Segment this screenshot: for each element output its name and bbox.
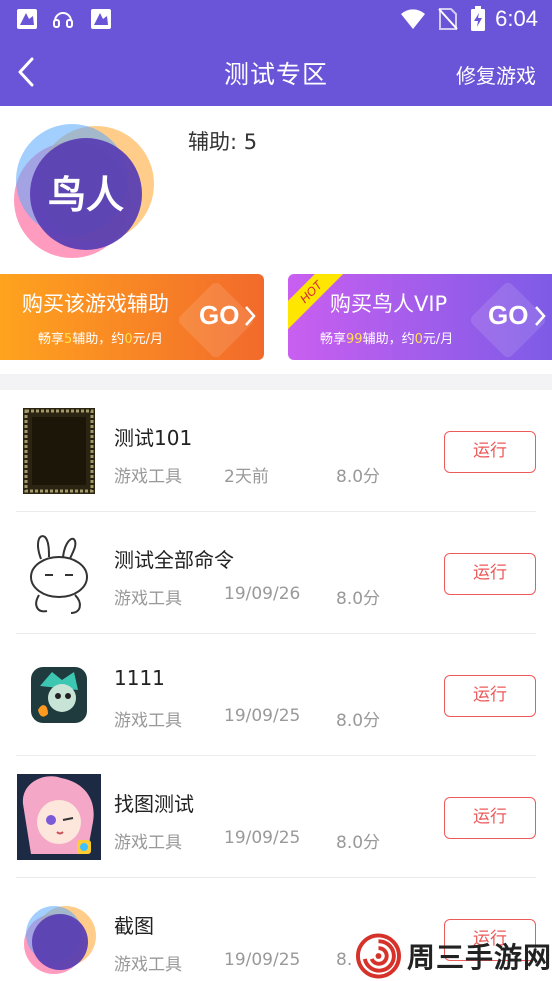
game-category: 游戏工具 <box>114 711 182 731</box>
game-thumbnail <box>16 894 102 981</box>
logo-text: 鸟人 <box>48 173 124 217</box>
game-name: 截图 <box>114 914 154 938</box>
banner-title: 购买该游戏辅助 <box>22 292 169 316</box>
app-notification-icon <box>17 9 37 29</box>
game-date: 19/09/25 <box>224 828 301 848</box>
sub-price: 0 <box>414 332 423 347</box>
game-score: 8.0分 <box>336 711 381 731</box>
list-item[interactable]: 1111 游戏工具 19/09/25 8.0分 运行 <box>0 634 552 756</box>
dark-frame-icon <box>23 408 95 494</box>
aux-count: 辅助: 5 <box>188 130 258 154</box>
game-category: 游戏工具 <box>114 955 182 975</box>
profile-section: 鸟人 辅助: 5 <box>0 106 552 266</box>
battery-charging-icon <box>471 6 485 31</box>
sub-mid: 辅助，约 <box>72 332 125 347</box>
run-button[interactable]: 运行 <box>444 431 536 473</box>
game-score: 8.0分 <box>336 589 381 609</box>
game-score: 8.0分 <box>336 467 381 487</box>
app-notification-icon <box>91 9 111 29</box>
no-sim-icon <box>438 8 458 30</box>
game-date: 19/09/26 <box>224 584 301 604</box>
game-name: 找图测试 <box>114 792 194 816</box>
status-time: 6:04 <box>495 6 538 31</box>
game-category: 游戏工具 <box>114 589 182 609</box>
game-date: 2天前 <box>224 467 269 487</box>
header: 6:04 测试专区 修复游戏 <box>0 0 552 106</box>
list-item[interactable]: 测试101 游戏工具 2天前 8.0分 运行 <box>0 390 552 512</box>
headset-icon <box>53 12 73 28</box>
sub-suffix: 元/月 <box>422 332 454 347</box>
app-screen: 6:04 测试专区 修复游戏 鸟人 辅助: 5 购买该游戏辅助 畅享5辅助，约0… <box>0 0 552 981</box>
sub-prefix: 畅享 <box>320 332 347 347</box>
game-name: 测试全部命令 <box>114 548 234 572</box>
app-logo-icon <box>24 906 96 974</box>
game-score: 8. <box>336 950 353 970</box>
app-logo-icon: 鸟人 <box>14 124 154 258</box>
game-score: 8.0分 <box>336 833 381 853</box>
game-date: 19/09/25 <box>224 950 301 970</box>
anime-girl-icon <box>17 774 101 860</box>
game-date: 19/09/25 <box>224 706 301 726</box>
watermark-text: 周三手游网 <box>406 941 552 974</box>
game-thumbnail <box>16 772 102 862</box>
wifi-icon <box>401 9 425 29</box>
watermark-logo-icon <box>356 933 401 979</box>
banner-subtitle: 畅享99辅助，约0元/月 <box>320 328 453 347</box>
game-category: 游戏工具 <box>114 467 182 487</box>
watermark: 周三手游网 <box>356 932 552 980</box>
repair-game-button[interactable]: 修复游戏 <box>456 60 536 89</box>
status-bar: 6:04 <box>0 0 552 40</box>
run-button[interactable]: 运行 <box>444 675 536 717</box>
game-name: 测试101 <box>114 426 193 450</box>
banner-subtitle: 畅享5辅助，约0元/月 <box>38 328 163 347</box>
sub-prefix: 畅享 <box>38 332 65 347</box>
navbar: 测试专区 修复游戏 <box>0 40 552 106</box>
list-item[interactable]: 找图测试 游戏工具 19/09/25 8.0分 运行 <box>0 756 552 878</box>
game-name: 1111 <box>114 666 165 690</box>
buy-game-aux-banner[interactable]: 购买该游戏辅助 畅享5辅助，约0元/月 GO <box>0 274 264 360</box>
rabbit-sketch-icon <box>19 529 99 617</box>
sub-price: 0 <box>124 332 133 347</box>
game-character-icon <box>31 667 87 723</box>
chevron-right-icon <box>245 306 256 326</box>
go-label: GO <box>199 300 240 330</box>
sub-mid: 辅助，约 <box>362 332 415 347</box>
game-thumbnail <box>16 406 102 496</box>
run-button[interactable]: 运行 <box>444 797 536 839</box>
go-label: GO <box>488 300 529 330</box>
sub-count: 99 <box>346 332 363 347</box>
buy-vip-banner[interactable]: HOT 购买鸟人VIP 畅享99辅助，约0元/月 GO <box>288 274 552 360</box>
chevron-right-icon <box>535 306 546 326</box>
run-button[interactable]: 运行 <box>444 553 536 595</box>
game-category: 游戏工具 <box>114 833 182 853</box>
game-thumbnail <box>16 650 102 740</box>
game-thumbnail <box>16 528 102 618</box>
section-divider <box>0 374 552 390</box>
sub-suffix: 元/月 <box>132 332 163 347</box>
list-item[interactable]: 测试全部命令 游戏工具 19/09/26 8.0分 运行 <box>0 512 552 634</box>
banner-title: 购买鸟人VIP <box>330 292 448 316</box>
